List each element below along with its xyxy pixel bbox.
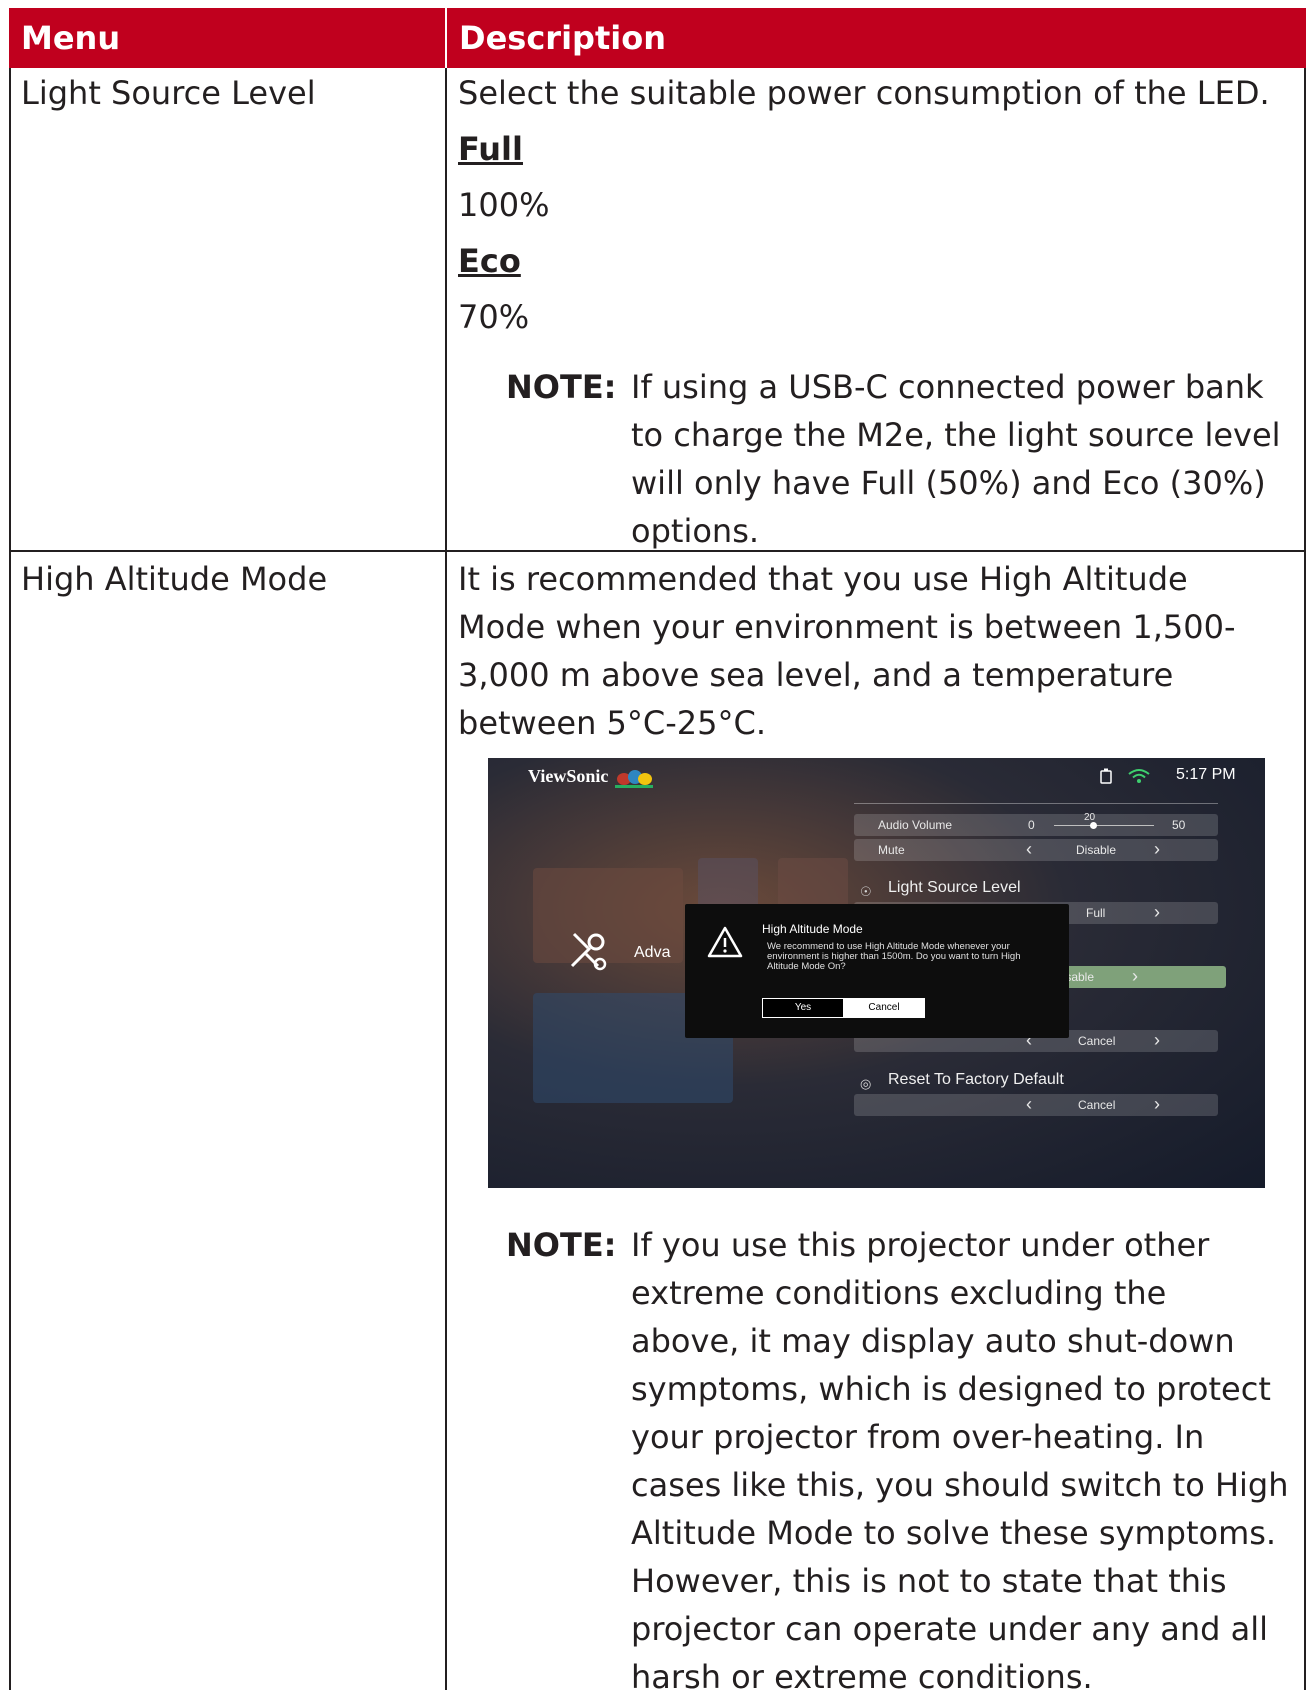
note-text: If you use this projector under other ex… — [631, 1221, 1289, 1701]
audio-volume-label: Audio Volume — [878, 818, 953, 832]
reset-factory-label: Reset To Factory Default — [888, 1071, 1064, 1088]
table-header: Menu Description — [9, 8, 1306, 68]
viewsonic-logo: ViewSonic — [528, 766, 609, 786]
reset-factory-row[interactable]: ‹ Cancel › — [854, 1094, 1218, 1116]
description-column-header: Description — [459, 19, 666, 57]
high-altitude-dialog: High Altitude Mode We recommend to use H… — [685, 904, 1069, 1038]
reset-icon: ◎ — [860, 1076, 872, 1091]
mute-row[interactable]: Mute ‹ Disable › — [854, 839, 1218, 861]
note-label: NOTE: — [506, 1226, 617, 1264]
dialog-message: We recommend to use High Altitude Mode w… — [767, 941, 1021, 972]
audio-volume-row[interactable]: Audio Volume 0 20 50 — [854, 812, 1218, 836]
volume-max: 50 — [1172, 818, 1186, 832]
note-line: projector can operate under any and all — [631, 1610, 1269, 1648]
note-line: harsh or extreme conditions. — [631, 1658, 1093, 1696]
chevron-left-icon[interactable]: ‹ — [1026, 1094, 1032, 1114]
menu-high-altitude-mode: High Altitude Mode — [21, 560, 328, 598]
light-source-note: NOTE: If using a USB-C connected power b… — [506, 363, 1296, 553]
note-line: extreme conditions excluding the — [631, 1274, 1167, 1312]
menu-light-source-level: Light Source Level — [21, 74, 316, 112]
volume-value: 20 — [1084, 812, 1096, 823]
battery-icon — [1100, 768, 1112, 784]
wifi-icon — [1128, 769, 1150, 783]
light-source-value: Full — [1086, 906, 1106, 920]
dialog-cancel-button[interactable]: Cancel — [843, 998, 925, 1018]
header-divider — [445, 8, 447, 68]
option-eco-value: 70% — [458, 298, 530, 336]
column-divider — [445, 68, 447, 1690]
note-line: If you use this projector under other — [631, 1226, 1210, 1264]
table-border-left — [9, 68, 11, 1690]
chevron-right-icon[interactable]: › — [1154, 902, 1160, 922]
tools-icon — [570, 932, 607, 971]
advanced-label: Adva — [634, 944, 671, 961]
high-altitude-description: It is recommended that you use High Alti… — [458, 555, 1298, 747]
note-line: above, it may display auto shut-down — [631, 1322, 1235, 1360]
intro-line: It is recommended that you use High Alti… — [458, 560, 1188, 598]
bulb-icon: ☉ — [860, 884, 872, 899]
chevron-right-icon[interactable]: › — [1154, 1030, 1160, 1050]
viewsonic-birds-logo — [615, 770, 653, 788]
note-line: However, this is not to state that this — [631, 1562, 1227, 1600]
light-source-intro: Select the suitable power consumption of… — [458, 74, 1270, 112]
reset-factory-value: Cancel — [1078, 1098, 1116, 1112]
dialog-yes-button[interactable]: Yes — [762, 998, 844, 1018]
note-text: If using a USB-C connected power bank to… — [631, 363, 1281, 555]
note-line: to charge the M2e, the light source leve… — [631, 416, 1281, 454]
light-source-description: Select the suitable power consumption of… — [458, 69, 1298, 341]
note-line: symptoms, which is designed to protect — [631, 1370, 1271, 1408]
note-label: NOTE: — [506, 368, 617, 406]
note-line: your projector from over-heating. In — [631, 1418, 1205, 1456]
chevron-right-icon[interactable]: › — [1132, 966, 1138, 986]
menu-column-header: Menu — [21, 19, 121, 57]
note-line: Altitude Mode to solve these symptoms. — [631, 1514, 1277, 1552]
note-line: If using a USB-C connected power bank — [631, 368, 1264, 406]
warning-icon — [707, 926, 743, 958]
chevron-right-icon[interactable]: › — [1154, 839, 1160, 859]
option-full-value: 100% — [458, 186, 550, 224]
note-line: will only have Full (50%) and Eco (30%) — [631, 464, 1266, 502]
intro-line: 3,000 m above sea level, and a temperatu… — [458, 656, 1174, 694]
top-divider — [854, 803, 1218, 804]
option-eco-title: Eco — [458, 242, 521, 280]
volume-slider-track[interactable] — [1054, 825, 1154, 826]
chevron-left-icon[interactable]: ‹ — [1026, 839, 1032, 859]
note-line: cases like this, you should switch to Hi… — [631, 1466, 1289, 1504]
volume-min: 0 — [1028, 818, 1035, 832]
high-altitude-note: NOTE: If you use this projector under ot… — [506, 1221, 1296, 1696]
mute-value: Disable — [1076, 843, 1117, 857]
dialog-title: High Altitude Mode — [762, 922, 863, 936]
note-line: options. — [631, 512, 760, 550]
mute-label: Mute — [878, 843, 905, 857]
table-border-right — [1304, 68, 1306, 1690]
option-full-title: Full — [458, 130, 523, 168]
projector-settings-screenshot: ViewSonic 5:17 PM Audio Volume 0 20 50 M… — [488, 758, 1265, 1188]
intro-line: Mode when your environment is between 1,… — [458, 608, 1236, 646]
light-source-level-label: Light Source Level — [888, 879, 1021, 896]
clock: 5:17 PM — [1176, 766, 1236, 783]
reset-settings-value: Cancel — [1078, 1034, 1116, 1048]
intro-line: between 5°C-25°C. — [458, 704, 767, 742]
chevron-right-icon[interactable]: › — [1154, 1094, 1160, 1114]
